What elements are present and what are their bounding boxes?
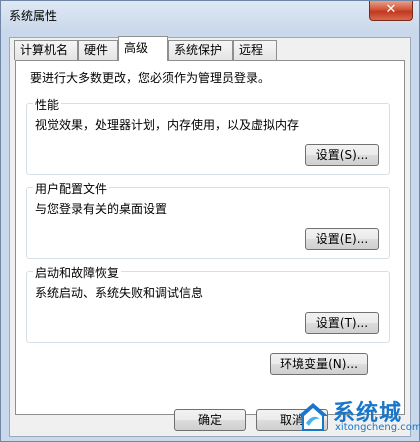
tab-computer-name[interactable]: 计算机名	[14, 40, 78, 60]
tab-advanced[interactable]: 高级	[118, 36, 168, 61]
performance-desc: 视觉效果，处理器计划，内存使用，以及虚拟内存	[35, 118, 300, 132]
user-profiles-title: 用户配置文件	[33, 180, 110, 197]
house-logo-icon	[298, 403, 328, 431]
startup-recovery-title: 启动和故障恢复	[33, 264, 122, 281]
advanced-panel: 要进行大多数更改，您必须作为管理员登录。 性能 视觉效果，处理器计划，内存使用，…	[15, 60, 405, 415]
user-profiles-settings-button[interactable]: 设置(E)...	[305, 228, 379, 250]
performance-title: 性能	[33, 96, 62, 113]
window-title: 系统属性	[9, 9, 58, 23]
site-watermark: 系统城 xitongcheng.com	[295, 397, 420, 437]
admin-note: 要进行大多数更改，您必须作为管理员登录。	[30, 71, 271, 85]
watermark-url: xitongcheng.com	[335, 422, 420, 433]
dialog-body: 计算机名 硬件 高级 系统保护 远程 要进行大多数更改，您必须作为管理员登录。 …	[9, 36, 411, 437]
user-profiles-desc: 与您登录有关的桌面设置	[35, 202, 168, 216]
tab-remote[interactable]: 远程	[233, 40, 277, 60]
environment-variables-button[interactable]: 环境变量(N)...	[270, 353, 368, 375]
user-profiles-group: 用户配置文件 与您登录有关的桌面设置 设置(E)...	[26, 180, 390, 259]
startup-recovery-group: 启动和故障恢复 系统启动、系统失败和调试信息 设置(T)...	[26, 264, 390, 343]
tab-hardware[interactable]: 硬件	[78, 40, 118, 60]
close-button[interactable]: ✕	[369, 1, 413, 21]
performance-settings-button[interactable]: 设置(S)...	[305, 144, 379, 166]
title-bar[interactable]: 系统属性 ✕	[1, 1, 419, 31]
startup-recovery-desc: 系统启动、系统失败和调试信息	[35, 286, 204, 300]
performance-group: 性能 视觉效果，处理器计划，内存使用，以及虚拟内存 设置(S)...	[26, 96, 390, 175]
startup-recovery-settings-button[interactable]: 设置(T)...	[305, 312, 379, 334]
tab-system-protection[interactable]: 系统保护	[168, 40, 233, 60]
system-properties-window: 系统属性 ✕ 计算机名 硬件 高级 系统保护 远程 要进行大多数更改，您必须作为…	[0, 0, 420, 442]
ok-button[interactable]: 确定	[174, 409, 246, 431]
